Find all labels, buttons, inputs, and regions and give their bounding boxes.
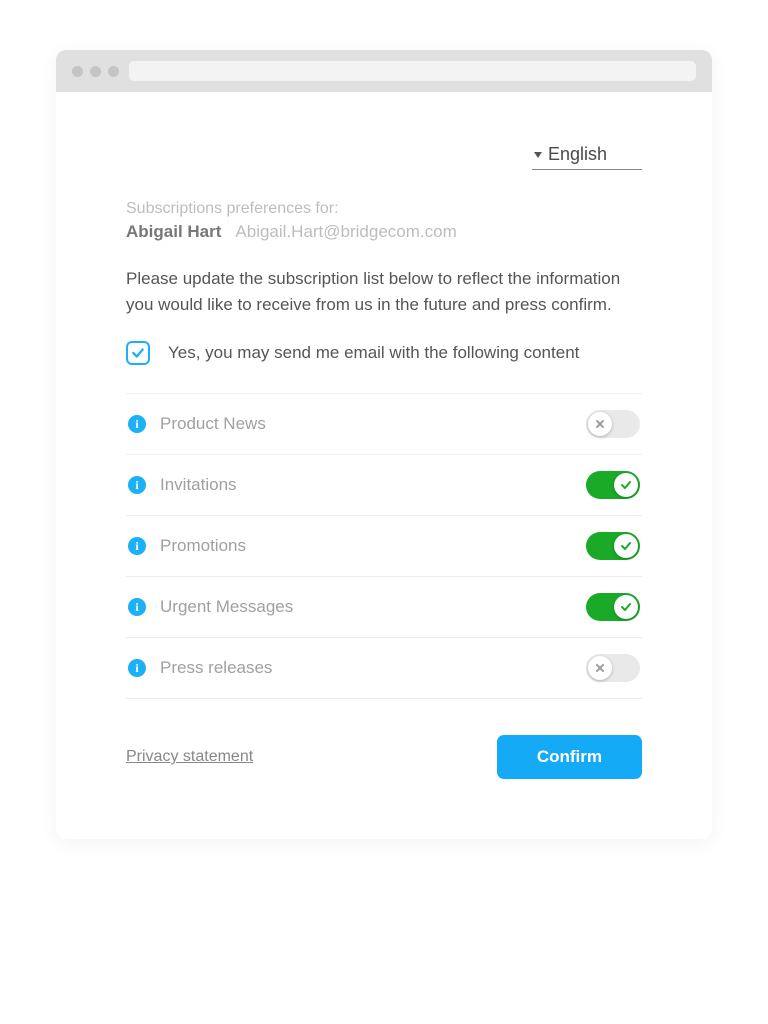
language-selected-label: English — [548, 144, 607, 165]
subscription-list: i Product News i Invitations — [126, 393, 642, 699]
instructions-text: Please update the subscription list belo… — [126, 266, 642, 317]
subscription-label: Product News — [160, 414, 586, 434]
browser-chrome — [56, 50, 712, 92]
subscription-toggle[interactable] — [586, 532, 640, 560]
check-icon — [620, 479, 632, 491]
subscription-row: i Press releases — [126, 638, 642, 699]
address-bar[interactable] — [129, 61, 696, 81]
consent-label: Yes, you may send me email with the foll… — [168, 343, 579, 363]
subscription-toggle[interactable] — [586, 593, 640, 621]
subscription-row: i Urgent Messages — [126, 577, 642, 638]
language-row: English — [126, 142, 642, 170]
subscription-label: Urgent Messages — [160, 597, 586, 617]
info-icon[interactable]: i — [128, 537, 146, 555]
info-icon[interactable]: i — [128, 415, 146, 433]
user-name: Abigail Hart — [126, 222, 221, 242]
subscription-label: Invitations — [160, 475, 586, 495]
info-icon[interactable]: i — [128, 476, 146, 494]
subscription-toggle[interactable] — [586, 471, 640, 499]
traffic-light-dot — [108, 66, 119, 77]
toggle-knob — [588, 412, 612, 436]
user-identity: Abigail Hart Abigail.Hart@bridgecom.com — [126, 222, 642, 242]
preferences-for-label: Subscriptions preferences for: — [126, 200, 642, 218]
x-icon — [594, 418, 606, 430]
footer-row: Privacy statement Confirm — [126, 735, 642, 779]
browser-frame: English Subscriptions preferences for: A… — [56, 50, 712, 839]
info-icon[interactable]: i — [128, 659, 146, 677]
subscription-row: i Invitations — [126, 455, 642, 516]
info-icon[interactable]: i — [128, 598, 146, 616]
toggle-knob — [614, 595, 638, 619]
user-email: Abigail.Hart@bridgecom.com — [235, 222, 456, 242]
page-content: English Subscriptions preferences for: A… — [56, 92, 712, 839]
subscription-row: i Product News — [126, 394, 642, 455]
traffic-light-dot — [72, 66, 83, 77]
privacy-statement-link[interactable]: Privacy statement — [126, 748, 253, 766]
toggle-knob — [614, 473, 638, 497]
toggle-knob — [588, 656, 612, 680]
subscription-label: Press releases — [160, 658, 586, 678]
toggle-knob — [614, 534, 638, 558]
subscription-row: i Promotions — [126, 516, 642, 577]
confirm-button[interactable]: Confirm — [497, 735, 642, 779]
traffic-light-dot — [90, 66, 101, 77]
check-icon — [620, 540, 632, 552]
chevron-down-icon — [534, 152, 542, 158]
subscription-toggle[interactable] — [586, 410, 640, 438]
subscription-toggle[interactable] — [586, 654, 640, 682]
check-icon — [131, 346, 145, 360]
x-icon — [594, 662, 606, 674]
language-select[interactable]: English — [532, 142, 642, 170]
check-icon — [620, 601, 632, 613]
window-controls — [72, 66, 119, 77]
consent-checkbox[interactable] — [126, 341, 150, 365]
subscription-label: Promotions — [160, 536, 586, 556]
